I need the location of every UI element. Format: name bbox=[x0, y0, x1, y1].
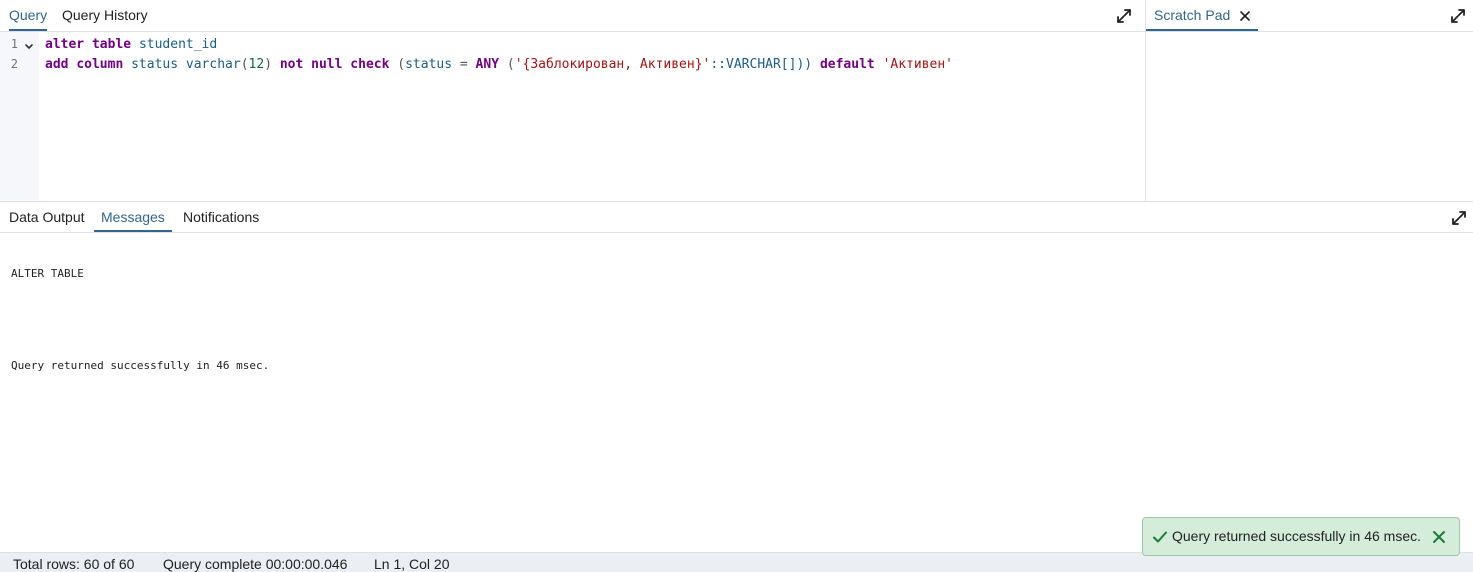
paren: ( bbox=[506, 57, 515, 72]
success-toast: Query returned successfully in 46 msec. bbox=[1142, 517, 1460, 556]
keyword: table bbox=[91, 37, 132, 52]
tab-query[interactable]: Query bbox=[9, 0, 48, 31]
tab-scratch-pad[interactable]: Scratch Pad bbox=[1146, 0, 1259, 31]
messages-output: ALTER TABLE Query returned successfully … bbox=[11, 242, 269, 406]
expand-icon[interactable] bbox=[1116, 8, 1132, 24]
operator: = bbox=[459, 57, 468, 72]
line-number: 2 bbox=[10, 57, 18, 71]
results-panel: Data Output Messages Notifications ALTER… bbox=[0, 202, 1473, 552]
tab-query-history[interactable]: Query History bbox=[62, 0, 148, 31]
close-icon[interactable] bbox=[1240, 11, 1250, 21]
status-query-complete: Query complete 00:00:00.046 bbox=[163, 556, 348, 572]
scratch-pad-textarea[interactable] bbox=[1146, 32, 1473, 201]
string-literal: '{Заблокирован, Активен}' bbox=[514, 57, 711, 72]
keyword: default bbox=[819, 57, 875, 72]
keyword: alter bbox=[45, 37, 85, 52]
type-cast: ::VARCHAR[])) bbox=[710, 57, 813, 72]
scratch-pad-pane: Scratch Pad bbox=[1146, 0, 1473, 201]
keyword: add bbox=[45, 57, 69, 72]
code-line-1: alter table student_id bbox=[45, 35, 217, 55]
tab-data-output[interactable]: Data Output bbox=[9, 202, 85, 232]
tab-notifications[interactable]: Notifications bbox=[183, 202, 259, 232]
fold-chevron-icon[interactable] bbox=[24, 42, 34, 52]
keyword: check bbox=[350, 57, 390, 72]
status-cursor-position: Ln 1, Col 20 bbox=[374, 556, 450, 572]
results-tabbar: Data Output Messages Notifications bbox=[0, 202, 1473, 233]
expand-icon[interactable] bbox=[1450, 8, 1466, 24]
status-total-rows: Total rows: 60 of 60 bbox=[13, 556, 135, 572]
message-line bbox=[11, 314, 269, 334]
code-line-2: add column status varchar(12) not null c… bbox=[45, 55, 953, 75]
query-pane: Query Query History 1 2 alter table stud… bbox=[0, 0, 1146, 201]
message-line: Query returned successfully in 46 msec. bbox=[11, 359, 270, 372]
function-name: varchar bbox=[185, 57, 241, 72]
string-literal: 'Активен' bbox=[882, 57, 954, 72]
keyword: column bbox=[76, 57, 124, 72]
toast-message: Query returned successfully in 46 msec. bbox=[1172, 528, 1421, 544]
paren: ) bbox=[264, 57, 273, 72]
check-icon bbox=[1153, 531, 1167, 543]
number-literal: 12 bbox=[248, 57, 265, 72]
tab-scratch-pad-label: Scratch Pad bbox=[1154, 7, 1231, 23]
message-line: ALTER TABLE bbox=[11, 267, 84, 280]
editor-area: Query Query History 1 2 alter table stud… bbox=[0, 0, 1473, 202]
identifier: student_id bbox=[138, 37, 218, 52]
expand-icon[interactable] bbox=[1451, 210, 1467, 226]
scratch-tabbar: Scratch Pad bbox=[1146, 0, 1473, 32]
close-icon[interactable] bbox=[1432, 530, 1446, 544]
tab-messages[interactable]: Messages bbox=[94, 202, 172, 232]
query-tabbar: Query Query History bbox=[0, 0, 1145, 32]
line-number: 1 bbox=[10, 37, 18, 51]
keyword: ANY bbox=[475, 57, 500, 72]
identifier: status bbox=[405, 57, 453, 72]
paren: ( bbox=[240, 57, 249, 72]
line-gutter: 1 2 bbox=[0, 32, 39, 201]
keyword: null bbox=[311, 57, 343, 72]
paren: ( bbox=[397, 57, 406, 72]
identifier: status bbox=[131, 57, 179, 72]
code-content[interactable]: alter table student_id add column status… bbox=[45, 32, 1145, 92]
sql-editor[interactable]: 1 2 alter table student_id add column st… bbox=[0, 32, 1145, 201]
keyword: not bbox=[279, 57, 304, 72]
